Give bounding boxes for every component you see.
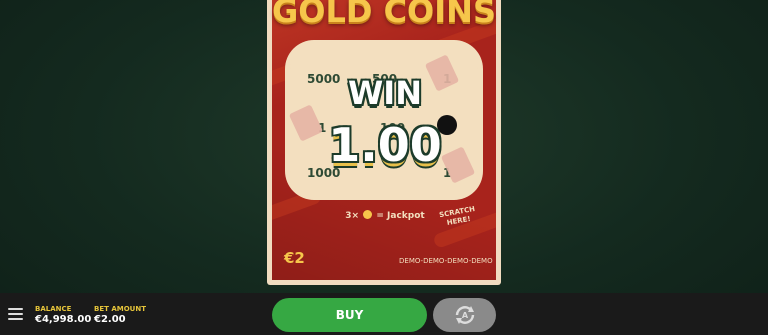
balance-value: €4,998.00 [35, 314, 92, 325]
game-title: GOLD COINS [272, 0, 496, 30]
jackpot-suffix: = Jackpot [376, 211, 425, 221]
ticket-price: €2 [284, 249, 305, 267]
menu-icon[interactable] [8, 308, 23, 320]
coin-icon [363, 210, 373, 219]
jackpot-prefix: 3× [345, 211, 360, 221]
balance-label: BALANCE [35, 305, 72, 313]
bet-amount-value[interactable]: €2.00 [94, 314, 126, 325]
buy-button[interactable]: BUY [272, 298, 427, 332]
svg-text:A: A [461, 311, 468, 320]
bet-amount-label: BET AMOUNT [94, 305, 146, 313]
win-label: WIN [348, 74, 422, 112]
autoplay-icon: A [455, 306, 474, 324]
demo-watermark: DEMO-DEMO-DEMO-DEMO [399, 257, 493, 265]
jackpot-rule: 3× = Jackpot [330, 210, 440, 221]
autoplay-button[interactable]: A [433, 298, 496, 332]
win-amount: 1.00 [328, 118, 442, 172]
